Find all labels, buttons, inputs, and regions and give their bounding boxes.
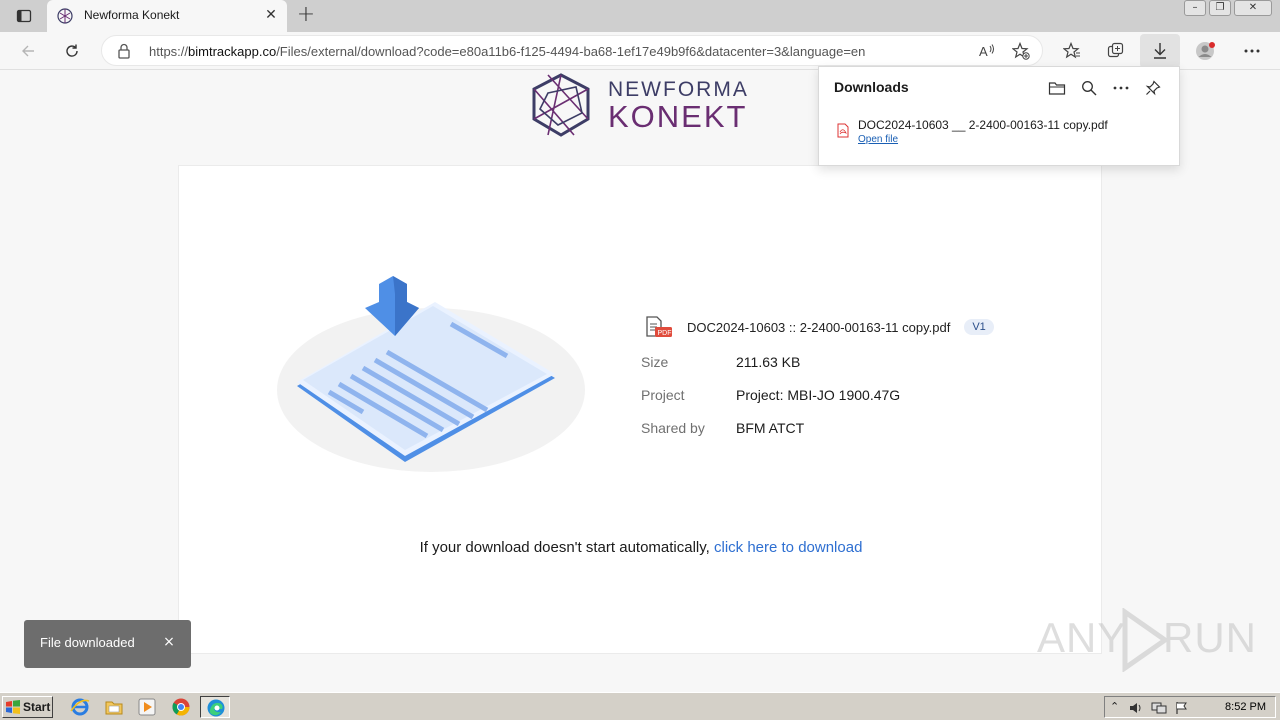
- shared-by-value: BFM ATCT: [736, 420, 805, 436]
- tab-bar: Newforma Konekt ✕ + – ❐ ✕: [0, 0, 1280, 32]
- refresh-icon[interactable]: [60, 39, 84, 63]
- logo-mark-icon: [532, 73, 590, 137]
- chrome-icon[interactable]: [171, 697, 191, 717]
- more-options-icon[interactable]: [1110, 77, 1132, 99]
- svg-text:PDF: PDF: [658, 330, 672, 337]
- shared-by-label: Shared by: [641, 420, 705, 436]
- tab-newforma-konekt[interactable]: Newforma Konekt ✕: [47, 0, 287, 32]
- edge-icon: [207, 699, 225, 717]
- tray-expand-icon[interactable]: ⌃: [1110, 700, 1119, 713]
- open-folder-icon[interactable]: [1046, 77, 1068, 99]
- downloads-button[interactable]: [1140, 34, 1180, 68]
- add-favorite-icon[interactable]: [1009, 39, 1033, 63]
- downloads-title: Downloads: [834, 79, 909, 95]
- tab-close-icon[interactable]: ✕: [263, 7, 279, 23]
- more-menu-icon[interactable]: [1240, 39, 1264, 63]
- start-label: Start: [23, 700, 51, 714]
- svg-text:A: A: [979, 44, 988, 59]
- downloaded-file-name[interactable]: DOC2024-10603 __ 2-2400-00163-11 copy.pd…: [858, 118, 1108, 132]
- globe-favicon-icon: [57, 8, 73, 24]
- back-arrow-icon[interactable]: [16, 39, 40, 63]
- volume-icon[interactable]: [1129, 701, 1143, 715]
- collections-icon[interactable]: [1104, 39, 1128, 63]
- tab-actions-icon[interactable]: [8, 5, 40, 27]
- read-aloud-icon[interactable]: A: [975, 39, 999, 63]
- pdf-file-icon: [837, 123, 849, 138]
- lock-icon[interactable]: [117, 43, 131, 63]
- search-icon[interactable]: [1078, 77, 1100, 99]
- toast-close-icon[interactable]: ×: [161, 634, 177, 650]
- toast-message: File downloaded: [40, 635, 135, 650]
- project-label: Project: [641, 387, 685, 403]
- download-card: PDF DOC2024-10603 :: 2-2400-00163-11 cop…: [178, 165, 1102, 654]
- click-here-link[interactable]: click here: [714, 539, 777, 556]
- document-download-illustration: [277, 274, 587, 474]
- file-header: PDF DOC2024-10603 :: 2-2400-00163-11 cop…: [645, 316, 994, 338]
- windows-logo-icon: [6, 700, 20, 714]
- tab-title: Newforma Konekt: [84, 8, 180, 22]
- new-tab-button[interactable]: +: [294, 4, 318, 28]
- start-button[interactable]: Start: [2, 696, 53, 718]
- clock[interactable]: 8:52 PM: [1225, 701, 1266, 713]
- action-center-flag-icon[interactable]: [1175, 701, 1189, 715]
- minimize-button[interactable]: –: [1184, 0, 1206, 16]
- version-badge: V1: [964, 319, 994, 335]
- watermark-text-left: ANY: [1037, 614, 1127, 661]
- network-icon[interactable]: [1151, 701, 1167, 715]
- downloads-flyout: Downloads DOC2024-10603 __ 2-2400-00163-…: [818, 66, 1180, 166]
- media-player-icon[interactable]: [137, 697, 157, 717]
- download-arrow-icon: [1148, 39, 1172, 63]
- newforma-konekt-logo: NEWFORMA KONEKT: [528, 73, 753, 137]
- download-message: If your download doesn't start automatic…: [419, 539, 863, 556]
- pdf-file-icon: PDF: [645, 316, 673, 338]
- anyrun-watermark: ANY RUN: [1037, 608, 1256, 672]
- favorites-icon[interactable]: [1060, 39, 1084, 63]
- watermark-play-icon: [1122, 608, 1169, 672]
- file-explorer-icon[interactable]: [104, 697, 124, 717]
- brand-line-2: KONEKT: [608, 99, 748, 134]
- file-downloaded-toast: File downloaded ×: [24, 620, 191, 668]
- edge-taskbar-button[interactable]: [200, 696, 230, 718]
- address-bar-row: https://bimtrackapp.co/Files/external/do…: [0, 32, 1280, 70]
- project-value: Project: MBI-JO 1900.47G: [736, 387, 901, 403]
- internet-explorer-icon[interactable]: [70, 697, 90, 717]
- file-name: DOC2024-10603 :: 2-2400-00163-11 copy.pd…: [687, 319, 951, 335]
- taskbar: Start ⌃ 8:52 PM: [0, 692, 1280, 720]
- url-text: https://bimtrackapp.co/Files/external/do…: [149, 44, 866, 59]
- size-value: 211.63 KB: [736, 354, 801, 370]
- system-tray: ⌃ 8:52 PM: [1104, 696, 1276, 718]
- open-file-link[interactable]: Open file: [858, 134, 898, 145]
- restore-button[interactable]: ❐: [1209, 0, 1231, 16]
- pin-icon[interactable]: [1142, 77, 1164, 99]
- profile-avatar-icon[interactable]: [1194, 39, 1218, 63]
- url-input[interactable]: https://bimtrackapp.co/Files/external/do…: [101, 35, 1043, 66]
- size-label: Size: [641, 354, 669, 370]
- watermark-text-right: RUN: [1163, 614, 1257, 661]
- close-window-button[interactable]: ✕: [1234, 0, 1272, 16]
